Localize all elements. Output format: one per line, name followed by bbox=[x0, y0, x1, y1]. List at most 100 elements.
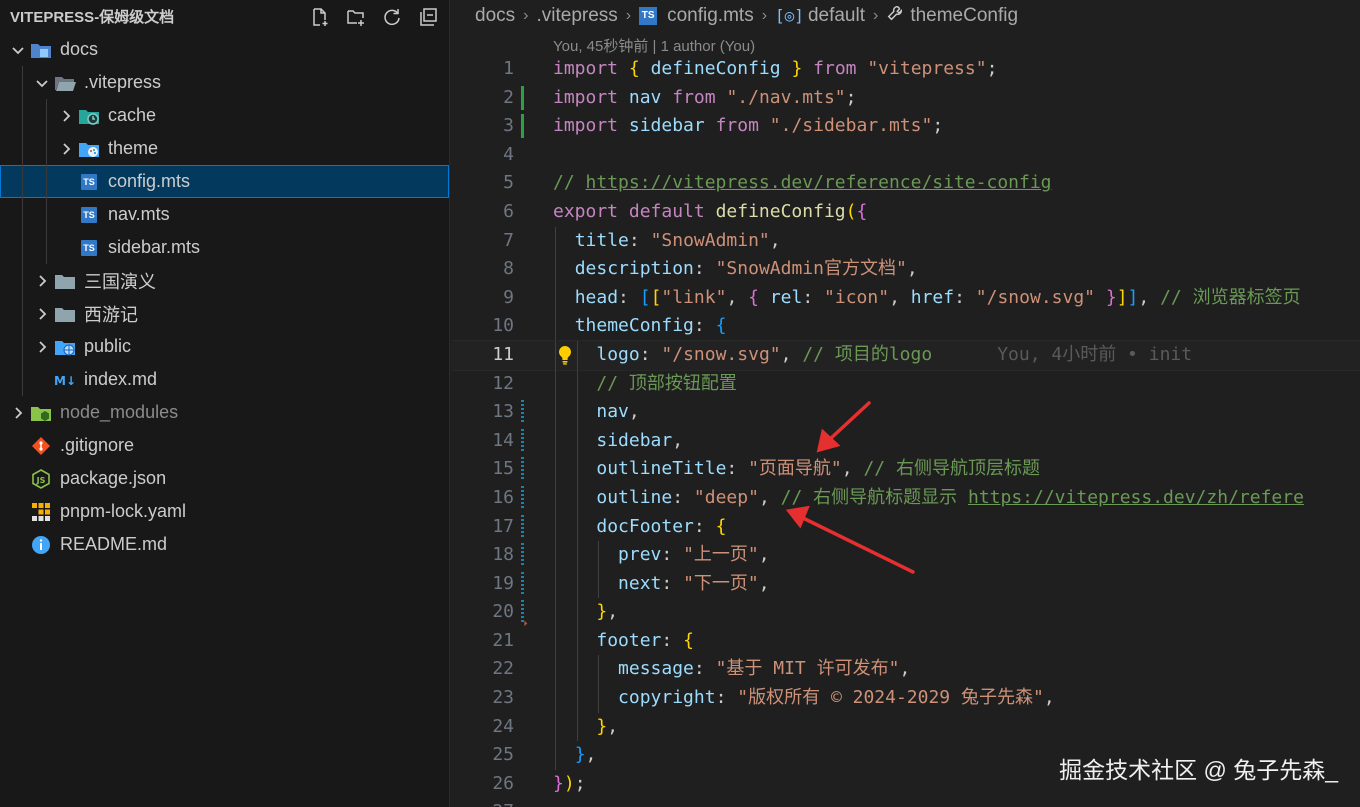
git-modified-marker[interactable] bbox=[521, 428, 524, 453]
code-token: defineConfig bbox=[715, 200, 846, 222]
refresh-icon[interactable] bbox=[377, 4, 407, 30]
code-line[interactable]: 23 copyright: "版权所有 © 2024-2029 兔子先森", bbox=[451, 684, 1360, 713]
code-line[interactable]: 18 prev: "上一页", bbox=[451, 541, 1360, 570]
tree-item-label: config.mts bbox=[108, 171, 191, 191]
code-token: : bbox=[693, 515, 716, 537]
code-line[interactable]: 5 // https://vitepress.dev/reference/site… bbox=[451, 169, 1360, 198]
inline-blame[interactable]: You, 4小时前 • init bbox=[997, 344, 1192, 365]
node-modules-folder-icon bbox=[30, 403, 52, 423]
git-added-marker[interactable] bbox=[521, 114, 524, 139]
code-line[interactable]: 6 export default defineConfig({ bbox=[451, 198, 1360, 227]
line-number: 26 bbox=[492, 772, 514, 794]
code-line[interactable]: 24 }, bbox=[451, 712, 1360, 742]
code-line[interactable]: 27 bbox=[451, 798, 1360, 807]
indent-guide bbox=[22, 165, 23, 198]
new-folder-icon[interactable] bbox=[341, 4, 371, 30]
tree-item[interactable]: TS sidebar.mts bbox=[0, 231, 449, 264]
code-line[interactable]: 9 head: [["link", { rel: "icon", href: "… bbox=[451, 283, 1360, 313]
code-line[interactable]: 3 import sidebar from "./sidebar.mts"; bbox=[451, 112, 1360, 141]
git-modified-marker[interactable] bbox=[521, 485, 524, 510]
tree-item[interactable]: public bbox=[0, 330, 449, 363]
tree-item[interactable]: 西游记 bbox=[0, 297, 449, 330]
git-modified-marker[interactable] bbox=[521, 400, 524, 425]
chevron-right-icon[interactable] bbox=[32, 271, 52, 291]
breadcrumb-item[interactable]: default bbox=[808, 5, 865, 27]
breadcrumb-item[interactable]: .vitepress bbox=[536, 5, 617, 27]
code-token: : bbox=[672, 486, 694, 508]
code-line[interactable]: 1 import { defineConfig } from "vitepress… bbox=[451, 55, 1360, 84]
line-number: 11 bbox=[492, 343, 514, 365]
git-deleted-marker[interactable] bbox=[518, 618, 528, 627]
code-line[interactable]: 11 logo: "/snow.svg", // 项目的logo You, 4小… bbox=[451, 339, 1360, 371]
code-token: nav bbox=[628, 86, 662, 108]
theme-folder-icon bbox=[78, 139, 100, 159]
code-line[interactable]: 8 description: "SnowAdmin官方文档", bbox=[451, 255, 1360, 284]
collapse-all-icon[interactable] bbox=[413, 4, 443, 30]
tree-item[interactable]: JS package.json bbox=[0, 462, 449, 495]
chevron-right-icon[interactable] bbox=[32, 337, 52, 357]
code-line[interactable]: 10 themeConfig: { bbox=[451, 312, 1360, 341]
git-added-marker[interactable] bbox=[521, 85, 524, 110]
tree-item[interactable]: pnpm-lock.yaml bbox=[0, 495, 449, 528]
ts-file-icon: TS bbox=[639, 6, 658, 25]
tree-item[interactable]: 三国演义 bbox=[0, 264, 449, 297]
code-token: , bbox=[585, 744, 597, 766]
code-token: , bbox=[841, 458, 864, 480]
tree-item[interactable]: node_modules bbox=[0, 396, 449, 429]
codelens-author[interactable]: You, 45秒钟前 | 1 author (You) bbox=[553, 35, 755, 56]
code-line[interactable]: 13 nav, bbox=[451, 398, 1360, 427]
tree-item[interactable]: cache bbox=[0, 99, 449, 132]
chevron-down-icon[interactable] bbox=[32, 73, 52, 93]
tree-item[interactable]: .vitepress bbox=[0, 66, 449, 99]
code-token: outlineTitle bbox=[596, 458, 727, 480]
chevron-right-icon[interactable] bbox=[32, 304, 52, 324]
code-line[interactable]: 22 message: "基于 MIT 许可发布", bbox=[451, 655, 1360, 685]
new-file-icon[interactable] bbox=[305, 4, 335, 30]
workspace-title[interactable]: VITEPRESS-保姆级文档 bbox=[10, 6, 305, 27]
breadcrumb-item[interactable]: docs bbox=[475, 5, 515, 27]
indent-guide bbox=[22, 132, 23, 165]
chevron-right-icon[interactable] bbox=[56, 139, 76, 159]
git-modified-marker[interactable] bbox=[521, 571, 524, 596]
code-line[interactable]: 20 }, bbox=[451, 598, 1360, 627]
git-modified-marker[interactable] bbox=[521, 457, 524, 482]
code-line[interactable]: 19 next: "下一页", bbox=[451, 569, 1360, 599]
code-line[interactable]: 16 outline: "deep", // 右侧导航标题显示 https://… bbox=[451, 483, 1360, 513]
code-line[interactable]: 17 docFooter: { bbox=[451, 512, 1360, 542]
line-number: 8 bbox=[503, 258, 514, 280]
code-line[interactable]: 15 outlineTitle: "页面导航", // 右侧导航顶层标题 bbox=[451, 455, 1360, 484]
code-token: , bbox=[607, 601, 619, 623]
tree-item[interactable]: README.md bbox=[0, 528, 449, 561]
tree-item[interactable]: theme bbox=[0, 132, 449, 165]
code-token: : bbox=[639, 343, 662, 365]
code-line[interactable]: 21 footer: { bbox=[451, 626, 1360, 656]
code-line[interactable]: 12 // 顶部按钮配置 bbox=[451, 369, 1360, 399]
breadcrumb-item[interactable]: themeConfig bbox=[910, 5, 1018, 27]
code-token: "SnowAdmin" bbox=[650, 229, 770, 251]
code-line[interactable]: 2 import nav from "./nav.mts"; bbox=[451, 84, 1360, 113]
tree-item[interactable]: TS nav.mts bbox=[0, 198, 449, 231]
code-token: , bbox=[758, 544, 770, 566]
code-line[interactable]: 14 sidebar, bbox=[451, 426, 1360, 456]
git-modified-marker[interactable] bbox=[521, 543, 524, 568]
code-text: export default defineConfig({ bbox=[553, 198, 867, 227]
tree-item-label: pnpm-lock.yaml bbox=[60, 501, 187, 521]
lightbulb-icon[interactable] bbox=[555, 344, 575, 366]
tree-item[interactable]: docs bbox=[0, 33, 449, 66]
chevron-right-icon[interactable] bbox=[56, 106, 76, 126]
code-area[interactable]: 1 import { defineConfig } from "vitepress… bbox=[451, 55, 1360, 807]
tree-item[interactable]: M↓ index.md bbox=[0, 363, 449, 396]
git-modified-marker[interactable] bbox=[521, 514, 524, 539]
code-text: // https://vitepress.dev/reference/site-… bbox=[553, 169, 1052, 198]
code-line[interactable]: 4 bbox=[451, 141, 1360, 170]
tree-item[interactable]: .gitignore bbox=[0, 429, 449, 462]
chevron-right-icon[interactable] bbox=[8, 403, 28, 423]
code-line[interactable]: 7 title: "SnowAdmin", bbox=[451, 226, 1360, 256]
explorer-panel: VITEPRESS-保姆级文档 docs .vitepress cache theme… bbox=[0, 0, 450, 807]
tree-item[interactable]: TS config.mts bbox=[0, 165, 449, 198]
chevron-down-icon[interactable] bbox=[8, 40, 28, 60]
code-token: : bbox=[726, 458, 749, 480]
breadcrumb-item[interactable]: config.mts bbox=[667, 5, 754, 27]
